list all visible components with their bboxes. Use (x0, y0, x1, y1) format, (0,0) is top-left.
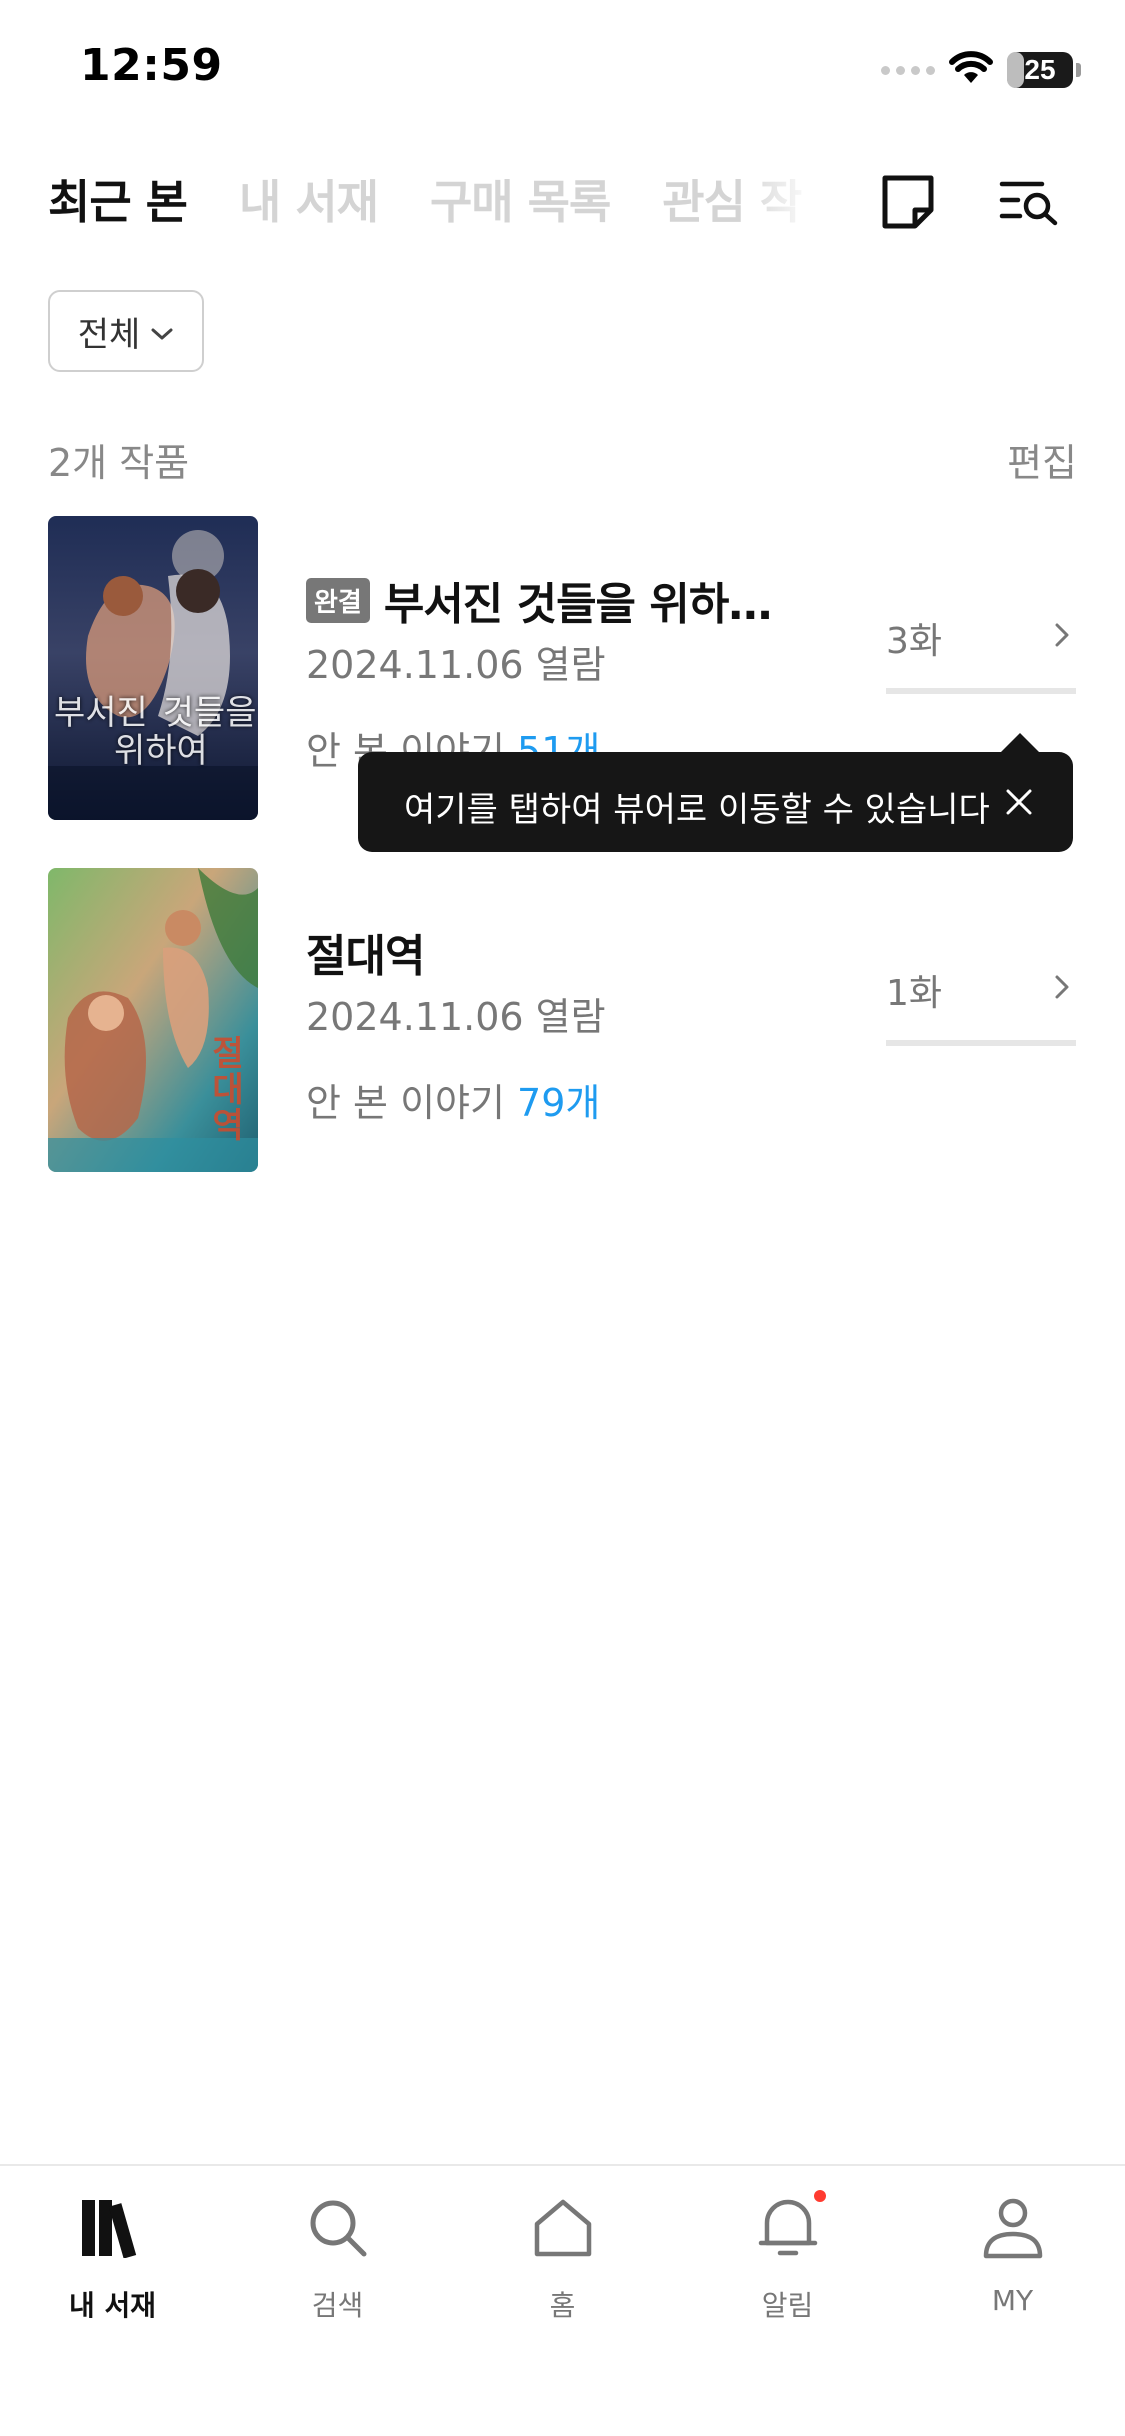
cover-text: 위하여 (114, 731, 208, 771)
item-title: 절대역 (306, 931, 425, 982)
person-icon (977, 2192, 1049, 2264)
work-count: 2개 작품 (48, 441, 190, 485)
item-date: 2024.11.06 열람 (306, 995, 606, 1039)
library-tabs: 최근 본 내 서재 구매 목록 관심 작 (48, 166, 828, 232)
tooltip-arrow (1000, 733, 1040, 753)
nav-label: MY (991, 2284, 1034, 2317)
episode-label: 1화 (886, 973, 943, 1014)
home-icon (527, 2192, 599, 2264)
notification-dot (813, 2190, 826, 2202)
tab-purchases[interactable]: 구매 목록 (430, 166, 611, 232)
item-date: 2024.11.06 열람 (306, 643, 606, 687)
cover-text: 부서진 (54, 693, 148, 733)
episode-button[interactable]: 1화 (886, 964, 1076, 1046)
status-indicators: 25 (881, 50, 1081, 90)
cover-text: 것들을 (162, 693, 257, 733)
bottom-nav: 내 서재 검색 홈 알림 MY (0, 2164, 1125, 2436)
status-time: 12:59 (80, 40, 223, 91)
nav-item-library[interactable]: 내 서재 (0, 2192, 225, 2352)
filter-dropdown[interactable]: 전체 (48, 290, 204, 372)
cover-text: 절대역 (212, 1034, 244, 1146)
library-icon (77, 2192, 149, 2264)
episode-button[interactable]: 3화 (886, 612, 1076, 694)
nav-label: 내 서재 (68, 2289, 157, 2322)
bell-icon (752, 2190, 826, 2264)
item-title: 부서진 것들을 위하… (383, 579, 772, 630)
nav-label: 홈 (549, 2289, 576, 2322)
chevron-down-icon (150, 311, 174, 351)
viewer-tooltip: 여기를 탭하여 뷰어로 이동할 수 있습니다 (358, 752, 1073, 852)
book-cover[interactable]: 부서진 것들을 위하여 (48, 516, 258, 820)
nav-item-notifications[interactable]: 알림 (675, 2190, 900, 2352)
search-icon (302, 2192, 374, 2264)
nav-label: 알림 (761, 2289, 814, 2322)
nav-label: 검색 (311, 2289, 364, 2322)
tab-my-library[interactable]: 내 서재 (239, 166, 379, 232)
nav-item-my[interactable]: MY (900, 2192, 1125, 2352)
chevron-right-icon (1052, 972, 1072, 1006)
search-list-icon[interactable] (996, 168, 1064, 236)
tooltip-text: 여기를 탭하여 뷰어로 이동할 수 있습니다 (404, 790, 990, 830)
list-item[interactable]: 절대역 절대역 2024.11.06 열람 안 본 이야기 79개 1화 (0, 868, 1125, 1172)
unread-count: 안 본 이야기 79개 (306, 1081, 601, 1125)
battery-icon: 25 (1007, 52, 1073, 88)
nav-item-home[interactable]: 홈 (450, 2192, 675, 2352)
battery-level: 25 (1024, 54, 1056, 85)
chevron-right-icon (1052, 620, 1072, 654)
edit-button[interactable]: 편집 (1007, 432, 1077, 487)
tab-recent[interactable]: 최근 본 (48, 166, 188, 232)
wifi-icon (949, 51, 993, 89)
status-badge: 완결 (306, 577, 370, 623)
memo-icon[interactable] (874, 168, 942, 236)
book-cover[interactable]: 절대역 (48, 868, 258, 1172)
cellular-signal-icon (881, 65, 935, 75)
filter-label: 전체 (77, 314, 141, 355)
close-icon[interactable] (1001, 784, 1037, 820)
nav-item-search[interactable]: 검색 (225, 2192, 450, 2352)
episode-label: 3화 (886, 621, 943, 662)
